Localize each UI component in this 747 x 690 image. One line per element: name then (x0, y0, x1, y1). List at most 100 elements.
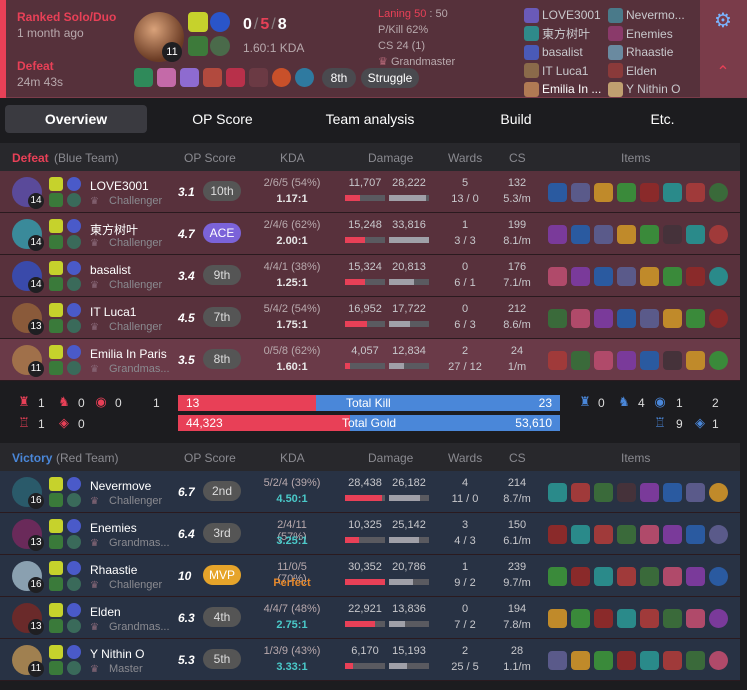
item-icon[interactable] (594, 525, 613, 544)
player-row[interactable]: 13 Elden ♛ Grandmas... 6.3 4th 4/4/7 (48%) 2.75… (0, 597, 740, 639)
item-icon[interactable] (548, 525, 567, 544)
item-icon[interactable] (686, 225, 705, 244)
item-icon[interactable] (548, 183, 567, 202)
item-icon[interactable] (617, 183, 636, 202)
item-icon[interactable] (686, 567, 705, 586)
item-icon[interactable] (663, 609, 682, 628)
player-row[interactable]: 11 Emilia In Paris ♛ Grandmas... 3.5 8th 0/5/8… (0, 339, 740, 381)
participant[interactable]: 東方树叶 (524, 25, 601, 44)
item-icon[interactable] (663, 651, 682, 670)
participant[interactable]: Emilia In ... (524, 80, 601, 99)
item-icon[interactable] (548, 267, 567, 286)
trinket-icon[interactable] (709, 183, 728, 202)
summoner-name[interactable]: Elden (90, 605, 121, 619)
item-icon[interactable] (617, 267, 636, 286)
item-icon[interactable] (617, 609, 636, 628)
collapse-chevron-icon[interactable]: ⌃ (710, 62, 736, 82)
item-icon[interactable] (594, 567, 613, 586)
item-icon[interactable] (548, 651, 567, 670)
tab-etc[interactable]: Etc. (600, 105, 725, 133)
item-icon[interactable] (617, 225, 636, 244)
participant[interactable]: Enemies (608, 25, 685, 44)
champion-avatar[interactable]: 13 (12, 603, 44, 635)
item-icon[interactable] (571, 651, 590, 670)
summoner-name[interactable]: Y Nithin O (90, 647, 144, 661)
item-icon[interactable] (686, 483, 705, 502)
item-icon[interactable] (571, 309, 590, 328)
item-icon[interactable] (640, 483, 659, 502)
trinket-icon[interactable] (709, 483, 728, 502)
item-icon[interactable] (617, 309, 636, 328)
player-row[interactable]: 16 Rhaastie ♛ Challenger 10 MVP 11/0/5 (70%) Pe… (0, 555, 740, 597)
participant[interactable]: IT Luca1 (524, 62, 601, 81)
trinket-icon[interactable] (709, 609, 728, 628)
champion-avatar[interactable]: 14 (12, 261, 44, 293)
summoner-name[interactable]: Nevermove (90, 479, 151, 493)
item-icon[interactable] (686, 183, 705, 202)
summoner-name[interactable]: Enemies (90, 521, 137, 535)
player-row[interactable]: 13 Enemies ♛ Grandmas... 6.4 3rd 2/4/11 (57%) 3… (0, 513, 740, 555)
item-icon[interactable] (571, 225, 590, 244)
item-icon[interactable] (640, 525, 659, 544)
item-icon[interactable] (571, 609, 590, 628)
item-icon[interactable] (686, 309, 705, 328)
participant[interactable]: basalist (524, 43, 601, 62)
item-icon[interactable] (594, 651, 613, 670)
item-icon[interactable] (686, 351, 705, 370)
item-icon[interactable] (594, 267, 613, 286)
tab-build[interactable]: Build (460, 105, 572, 133)
item-icon[interactable] (640, 351, 659, 370)
item-icon[interactable] (548, 225, 567, 244)
champion-avatar[interactable]: 11 (12, 645, 44, 677)
item-icon[interactable] (617, 525, 636, 544)
item-icon[interactable] (548, 309, 567, 328)
tab-overview[interactable]: Overview (5, 105, 147, 133)
item-icon[interactable] (571, 351, 590, 370)
summoner-name[interactable]: basalist (90, 263, 131, 277)
item-icon[interactable] (640, 267, 659, 286)
participant[interactable]: Y Nithin O (608, 80, 685, 99)
item-icon[interactable] (663, 567, 682, 586)
item-icon[interactable] (571, 525, 590, 544)
item-icon[interactable] (548, 567, 567, 586)
tab-op-score[interactable]: OP Score (160, 105, 285, 133)
champion-avatar[interactable]: 14 (12, 177, 44, 209)
summoner-name[interactable]: IT Luca1 (90, 305, 136, 319)
item-icon[interactable] (640, 567, 659, 586)
item-icon[interactable] (617, 651, 636, 670)
participant[interactable]: Elden (608, 62, 685, 81)
summoner-name[interactable]: 東方树叶 (90, 221, 138, 238)
trinket-icon[interactable] (709, 309, 728, 328)
player-row[interactable]: 14 東方树叶 ♛ Challenger 4.7 ACE 2/4/6 (62%) 2.00:1… (0, 213, 740, 255)
item-icon[interactable] (617, 351, 636, 370)
trinket-icon[interactable] (709, 651, 728, 670)
settings-gear-icon[interactable]: ⚙ (709, 8, 737, 32)
item-icon[interactable] (548, 483, 567, 502)
participant[interactable]: Nevermo... (608, 6, 685, 25)
champion-avatar[interactable]: 16 (12, 477, 44, 509)
item-icon[interactable] (640, 609, 659, 628)
item-icon[interactable] (686, 609, 705, 628)
item-icon[interactable] (594, 609, 613, 628)
item-icon[interactable] (571, 267, 590, 286)
champion-avatar[interactable]: 13 (12, 519, 44, 551)
item-icon[interactable] (663, 483, 682, 502)
summoner-name[interactable]: LOVE3001 (90, 179, 149, 193)
participant[interactable]: Rhaastie (608, 43, 685, 62)
item-icon[interactable] (571, 183, 590, 202)
champion-portrait[interactable]: 11 (134, 12, 184, 62)
summoner-name[interactable]: Emilia In Paris (90, 347, 167, 361)
trinket-icon[interactable] (709, 225, 728, 244)
item-icon[interactable] (571, 483, 590, 502)
item-icon[interactable] (594, 351, 613, 370)
item-icon[interactable] (594, 225, 613, 244)
item-icon[interactable] (617, 567, 636, 586)
player-row[interactable]: 14 LOVE3001 ♛ Challenger 3.1 10th 2/6/5 (54%) 1… (0, 171, 740, 213)
champion-avatar[interactable]: 11 (12, 345, 44, 377)
item-icon[interactable] (663, 309, 682, 328)
item-icon[interactable] (640, 225, 659, 244)
tab-team-analysis[interactable]: Team analysis (300, 105, 440, 133)
item-icon[interactable] (663, 525, 682, 544)
item-icon[interactable] (663, 183, 682, 202)
trinket-icon[interactable] (709, 267, 728, 286)
